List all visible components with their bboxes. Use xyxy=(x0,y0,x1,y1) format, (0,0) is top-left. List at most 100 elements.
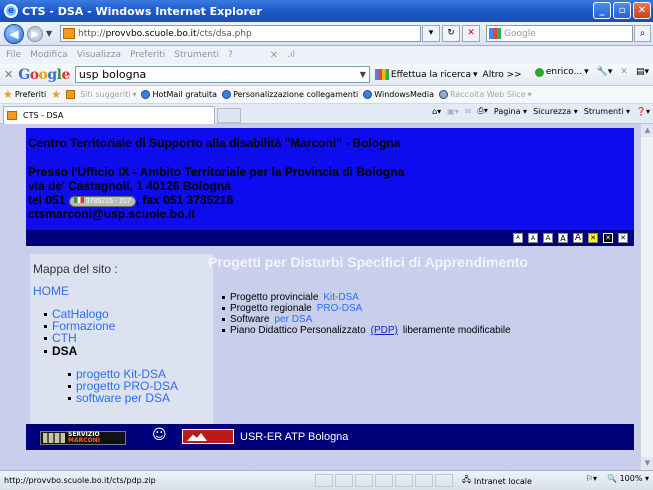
protected-mode-icon[interactable]: ⚐▾ xyxy=(586,474,597,483)
menu-close-icon[interactable]: ✕ xyxy=(270,50,278,61)
vertical-scrollbar[interactable]: ▲ ▼ xyxy=(640,124,653,470)
cmd-pagina[interactable]: Pagina ▾ xyxy=(494,107,527,116)
list-item: Piano Didattico Personalizzato (PDP) lib… xyxy=(222,325,511,336)
accessibility-strip: A A A A A ✕ ✕ ✕ xyxy=(26,230,634,246)
favorite-raccolta-web-slice[interactable]: Raccolta Web Slice ▾ xyxy=(438,90,532,99)
google-toolbar: ✕ Google usp bologna ▼ Effettua la ricerc… xyxy=(0,64,653,86)
header-phone: tel 051 3785215 - 217, fax 051 3785218 xyxy=(28,193,234,207)
site-footer: SERVIZIO MARCONI ☺ USR-ER ATP Bologna xyxy=(26,424,634,450)
link-pdp[interactable]: (PDP) xyxy=(371,325,398,336)
font-size-m-button[interactable]: A xyxy=(543,233,553,243)
favorite-personalizzazione[interactable]: Personalizzazione collegamenti xyxy=(222,90,358,99)
skype-phone-badge[interactable]: 3785215 - 217 xyxy=(68,196,136,207)
minimize-button[interactable]: _ xyxy=(593,2,611,19)
search-button[interactable]: ⌕ xyxy=(634,25,651,42)
close-button[interactable]: ✕ xyxy=(633,2,651,19)
favorite-siti-suggeriti[interactable]: Siti suggeriti ▾ xyxy=(66,90,136,99)
bullet-icon xyxy=(44,349,47,353)
contrast-high-button[interactable]: ✕ xyxy=(603,233,613,243)
print-icon[interactable]: ⎙▾ xyxy=(477,106,487,116)
browser-window: e CTS - DSA - Windows Internet Explorer … xyxy=(0,0,653,490)
project-list: Progetto provinciale Kit-DSA Progetto re… xyxy=(222,292,511,336)
menu-file[interactable]: File xyxy=(6,50,21,60)
menu-preferiti[interactable]: Preferiti xyxy=(130,50,165,60)
google-account-button[interactable]: enrico... ▾ xyxy=(534,67,589,77)
google-query-input[interactable]: usp bologna ▼ xyxy=(74,66,370,83)
menu-help[interactable]: ? xyxy=(228,50,233,60)
tab-cts-dsa[interactable]: CTS - DSA xyxy=(3,106,215,124)
scroll-down-icon[interactable]: ▼ xyxy=(641,457,653,470)
star-icon: ★ xyxy=(3,88,13,101)
servizio-marconi-logo[interactable]: SERVIZIO MARCONI xyxy=(40,431,126,445)
bullet-icon xyxy=(68,384,71,388)
menu-strumenti[interactable]: Strumenti xyxy=(174,50,219,60)
favorite-windowsmedia[interactable]: WindowsMedia xyxy=(363,90,434,99)
history-dropdown-icon[interactable]: ▼ xyxy=(46,29,54,38)
sidebar-item-cth[interactable]: CTH xyxy=(44,332,115,344)
bullet-icon xyxy=(222,296,225,299)
search-box[interactable]: Google xyxy=(486,25,633,42)
wrench-icon[interactable]: 🔧▾ xyxy=(597,67,613,77)
contrast-yellow-button[interactable]: ✕ xyxy=(588,233,598,243)
person-figure-icon: ☺ xyxy=(152,427,167,443)
google-close-icon[interactable]: ✕ xyxy=(620,67,628,77)
add-favorite-icon[interactable]: ★ xyxy=(51,88,61,101)
url-field[interactable]: http://provvbo.scuole.bo.it/cts/dsa.php xyxy=(60,25,421,42)
signal-icon: .ıl xyxy=(287,50,296,60)
url-dropdown-button[interactable]: ▾ xyxy=(422,25,440,42)
font-size-xs-button[interactable]: A xyxy=(513,233,523,243)
translate-icon[interactable]: ▤▾ xyxy=(636,67,649,77)
address-bar: ◀ ▶ ▼ http://provvbo.scuole.bo.it/cts/ds… xyxy=(0,22,653,46)
favorites-bar: ★ Preferiti ★ Siti suggeriti ▾ HotMail gr… xyxy=(0,86,653,104)
scroll-up-icon[interactable]: ▲ xyxy=(641,124,653,137)
sidebar-subitem-software[interactable]: software per DSA xyxy=(68,392,178,404)
list-item: Progetto provinciale Kit-DSA xyxy=(222,292,511,303)
favorite-icon xyxy=(66,90,76,99)
cmd-sicurezza[interactable]: Sicurezza ▾ xyxy=(533,107,578,116)
ie-page-icon xyxy=(363,90,373,99)
bullet-icon xyxy=(222,307,225,310)
page-title: Progetti per Disturbi Specifici di Appre… xyxy=(208,254,528,270)
font-size-s-button[interactable]: A xyxy=(528,233,538,243)
sidebar-item-dsa[interactable]: DSA xyxy=(44,344,115,358)
google-more-button[interactable]: Altro >> xyxy=(483,70,522,80)
title-bar: e CTS - DSA - Windows Internet Explorer … xyxy=(0,0,653,22)
menu-visualizza[interactable]: Visualizza xyxy=(77,50,121,60)
header-title: Centro Territoriale di Supporto alla dis… xyxy=(28,136,401,150)
refresh-button[interactable]: ↻ xyxy=(442,25,460,42)
back-button[interactable]: ◀ xyxy=(4,23,24,44)
security-zone[interactable]: 🖧 Intranet locale xyxy=(462,474,532,488)
usr-er-logo[interactable] xyxy=(182,429,234,444)
link-software-dsa[interactable]: per DSA xyxy=(274,314,312,325)
italy-flag-icon xyxy=(73,197,84,203)
forward-button[interactable]: ▶ xyxy=(27,25,43,42)
list-item: Software per DSA xyxy=(222,314,511,325)
sidebar-link-home[interactable]: HOME xyxy=(33,284,69,298)
favorite-hotmail[interactable]: HotMail gratuita xyxy=(141,90,217,99)
bullet-icon xyxy=(44,312,47,316)
footer-usr-link[interactable]: USR-ER ATP Bologna xyxy=(240,431,348,443)
font-size-xl-button[interactable]: A xyxy=(573,233,583,243)
ie-page-icon xyxy=(222,90,232,99)
tab-bar: CTS - DSA ⌂▾ ▣▾ ✉ ⎙▾ Pagina ▾ Sicurezza … xyxy=(0,104,653,124)
contrast-normal-button[interactable]: ✕ xyxy=(618,233,628,243)
font-size-l-button[interactable]: A xyxy=(558,233,568,243)
feeds-icon[interactable]: ▣▾ xyxy=(447,107,459,116)
zoom-control[interactable]: 🔍 100% ▾ xyxy=(607,474,649,483)
mail-icon[interactable]: ✉ xyxy=(465,107,472,116)
link-pro-dsa[interactable]: PRO-DSA xyxy=(317,303,363,314)
intranet-icon: 🖧 xyxy=(462,475,471,484)
new-tab-button[interactable] xyxy=(217,108,241,123)
help-icon[interactable]: ❓▾ xyxy=(636,107,650,116)
list-item: Progetto regionale PRO-DSA xyxy=(222,303,511,314)
link-kit-dsa[interactable]: Kit-DSA xyxy=(323,292,359,303)
menu-modifica[interactable]: Modifica xyxy=(30,50,68,60)
google-search-button[interactable]: Effettua la ricerca ▾ xyxy=(374,69,478,80)
google-toolbar-close-icon[interactable]: ✕ xyxy=(4,68,13,81)
home-icon[interactable]: ⌂▾ xyxy=(432,107,441,116)
query-dropdown-icon[interactable]: ▼ xyxy=(360,67,366,82)
maximize-button[interactable]: ▫ xyxy=(613,2,631,19)
cmd-strumenti[interactable]: Strumenti ▾ xyxy=(584,107,630,116)
stop-button[interactable]: ✕ xyxy=(462,25,480,42)
favorites-button[interactable]: ★ Preferiti xyxy=(3,88,46,101)
